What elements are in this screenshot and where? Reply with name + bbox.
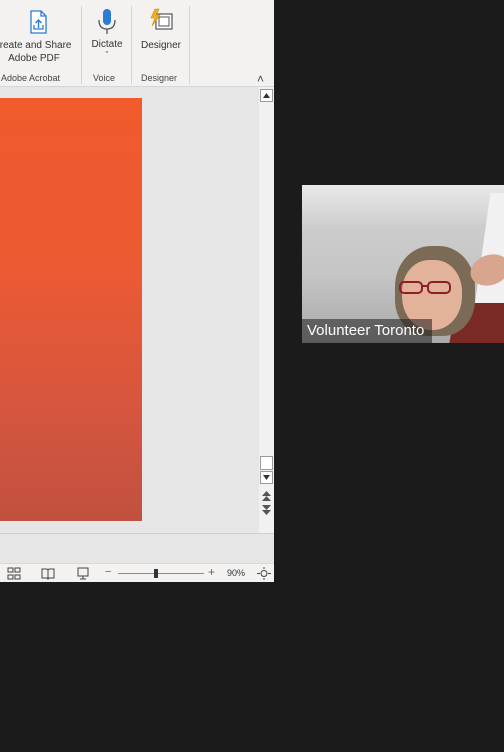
print-layout-icon[interactable] <box>76 567 90 580</box>
zoom-slider-thumb[interactable] <box>154 569 158 578</box>
create-share-pdf-label-2: Adobe PDF <box>8 53 60 64</box>
status-bar: − + 90% <box>0 563 274 582</box>
document-page[interactable] <box>0 98 142 521</box>
zoom-in-button[interactable]: + <box>208 565 215 579</box>
dictate-button[interactable]: Dictate ˇ <box>84 0 130 60</box>
pdf-share-icon <box>25 9 51 35</box>
zoom-out-button[interactable]: − <box>105 566 111 578</box>
scroll-down-button[interactable] <box>260 471 273 484</box>
participant-name: Volunteer Toronto <box>307 322 425 339</box>
zoom-level[interactable]: 90% <box>227 568 245 578</box>
participant-glasses <box>399 281 451 294</box>
word-window: Create and Share Adobe PDF Adobe Acrobat… <box>0 0 274 582</box>
group-label-adobe-acrobat: Adobe Acrobat <box>1 73 61 83</box>
designer-button[interactable]: Designer <box>136 0 186 52</box>
focus-mode-icon[interactable] <box>7 567 21 580</box>
document-area[interactable] <box>0 87 259 533</box>
ribbon-separator <box>189 6 190 84</box>
fit-to-window-icon[interactable] <box>257 567 271 580</box>
previous-page-icon[interactable] <box>262 488 271 501</box>
zoom-slider[interactable] <box>118 569 204 578</box>
designer-icon <box>147 7 175 35</box>
ribbon-group-voice: Dictate ˇ Voice <box>82 0 131 87</box>
scroll-up-button[interactable] <box>260 89 273 102</box>
vertical-scrollbar[interactable] <box>259 87 274 533</box>
create-share-pdf-label-1: Create and Share <box>0 40 72 51</box>
read-mode-icon[interactable] <box>41 567 55 580</box>
horizontal-scroll-area[interactable] <box>0 533 274 563</box>
group-label-designer: Designer <box>141 73 178 83</box>
participant-nameplate: Volunteer Toronto <box>302 319 433 343</box>
designer-label: Designer <box>140 40 182 51</box>
microphone-icon <box>94 7 120 37</box>
create-share-pdf-button[interactable]: Create and Share Adobe PDF <box>0 0 76 65</box>
ribbon-group-designer: Designer Designer <box>132 0 189 87</box>
video-tile[interactable]: Volunteer Toronto <box>302 185 504 343</box>
collapse-ribbon-icon[interactable]: ˄ <box>257 72 264 86</box>
ribbon: Create and Share Adobe PDF Adobe Acrobat… <box>0 0 274 87</box>
next-page-icon[interactable] <box>262 502 271 515</box>
dictate-dropdown-icon[interactable]: ˇ <box>106 51 109 60</box>
ribbon-group-adobe-acrobat: Create and Share Adobe PDF Adobe Acrobat <box>0 0 80 87</box>
scroll-thumb[interactable] <box>260 456 273 470</box>
video-ceiling <box>302 185 504 225</box>
group-label-voice: Voice <box>93 73 116 83</box>
